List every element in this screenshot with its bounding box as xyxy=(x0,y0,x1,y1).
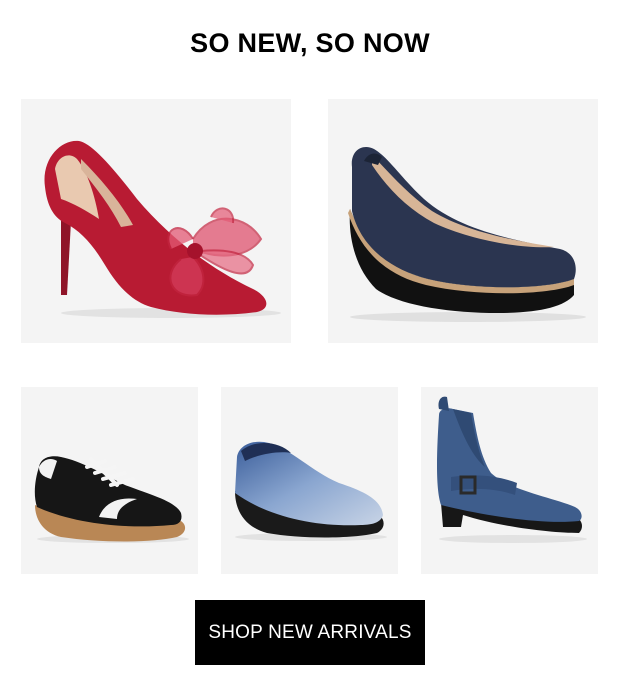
blue-patent-clog-icon xyxy=(235,441,387,541)
product-tile-black-sneaker[interactable] xyxy=(21,387,198,574)
shop-new-arrivals-button[interactable]: SHOP NEW ARRIVALS xyxy=(195,600,425,665)
product-tile-red-pump[interactable] xyxy=(21,99,291,343)
headline: SO NEW, SO NOW xyxy=(190,28,430,58)
product-tile-blue-clog[interactable] xyxy=(221,387,398,574)
red-satin-bow-pump-icon xyxy=(44,140,281,318)
product-tile-blue-bootie[interactable] xyxy=(421,387,598,574)
black-gum-sole-sneaker-icon xyxy=(34,456,189,543)
blue-suede-buckle-bootie-icon xyxy=(437,396,587,543)
navy-wedge-pump-icon xyxy=(348,147,586,322)
product-tile-navy-wedge[interactable] xyxy=(328,99,598,343)
